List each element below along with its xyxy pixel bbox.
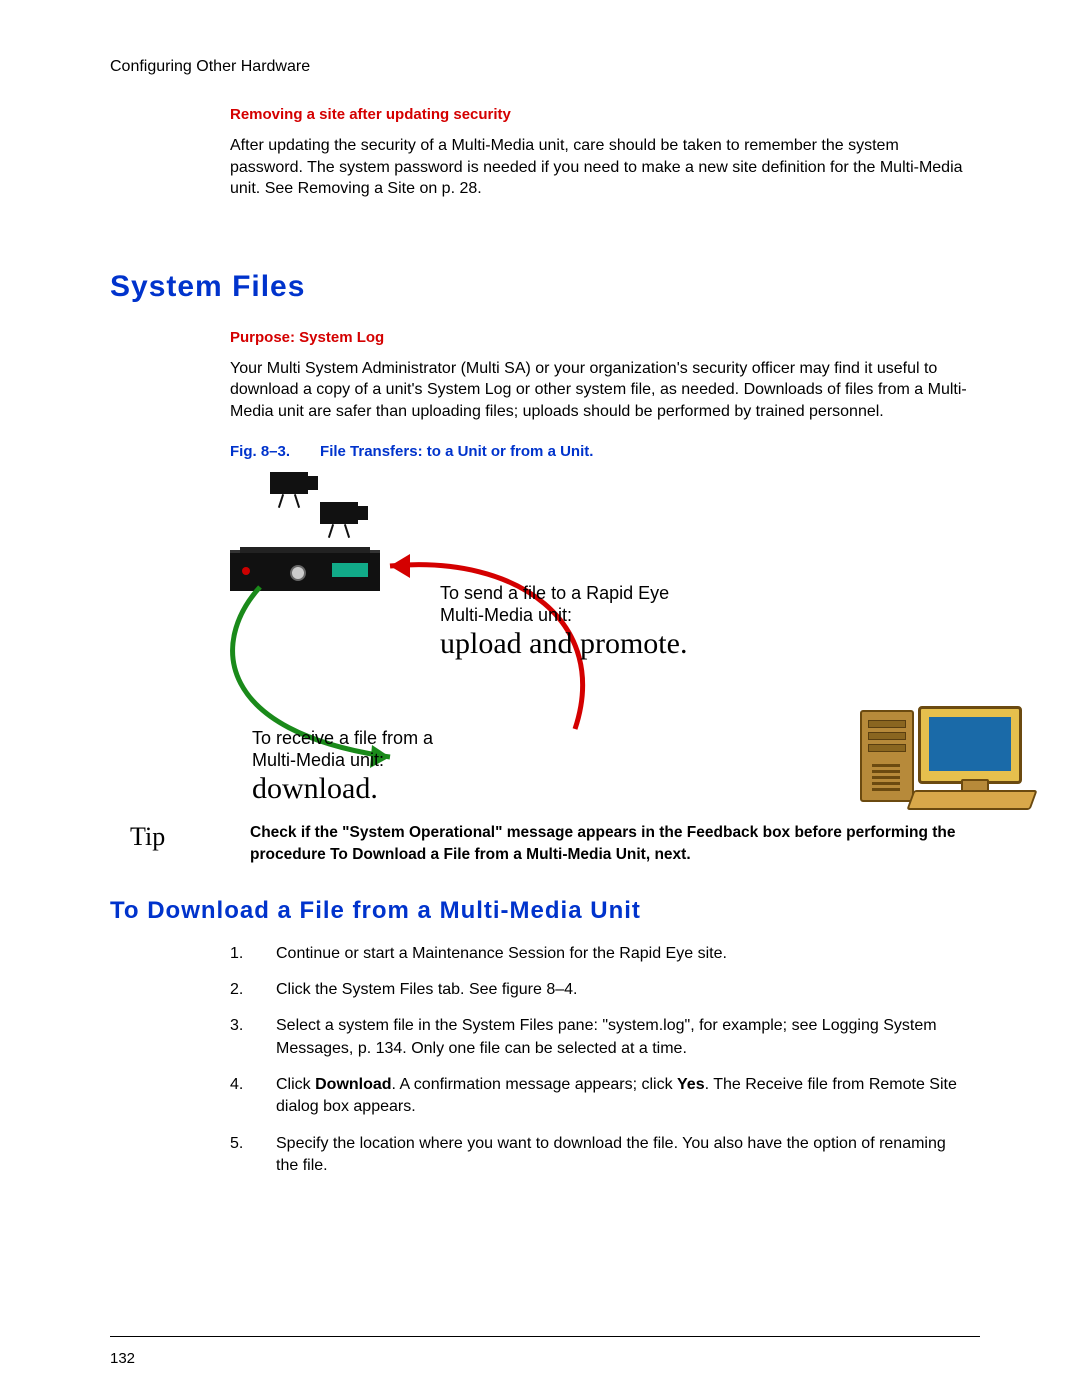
upload-label: To send a file to a Rapid Eye Multi-Medi… [440, 582, 700, 661]
download-small-text: To receive a file from a Multi-Media uni… [252, 727, 452, 772]
subhead-purpose: Purpose: System Log [230, 329, 970, 346]
step-item: 5.Specify the location where you want to… [230, 1133, 970, 1178]
step-item: 2.Click the System Files tab. See figure… [230, 979, 970, 1001]
step-text: Click Download. A confirmation message a… [276, 1074, 970, 1119]
tip-block: Tip Check if the "System Operational" me… [110, 822, 980, 867]
body-purpose: Your Multi System Administrator (Multi S… [230, 358, 970, 423]
figure-caption: Fig. 8–3. File Transfers: to a Unit or fr… [230, 443, 970, 460]
step-text: Click the System Files tab. See figure 8… [276, 979, 577, 1001]
step-item: 1.Continue or start a Maintenance Sessio… [230, 943, 970, 965]
heading-system-files: System Files [110, 270, 980, 304]
step-item: 3.Select a system file in the System Fil… [230, 1015, 970, 1060]
step-text: Specify the location where you want to d… [276, 1133, 970, 1178]
heading-download-file: To Download a File from a Multi-Media Un… [110, 897, 980, 925]
download-label: To receive a file from a Multi-Media uni… [252, 727, 452, 806]
camera-icon [270, 472, 308, 494]
subhead-removing-site: Removing a site after updating security [230, 106, 970, 123]
download-big-text: download. [252, 772, 452, 806]
step-item: 4.Click Download. A confirmation message… [230, 1074, 970, 1119]
figure-illustration: To send a file to a Rapid Eye Multi-Medi… [230, 472, 970, 812]
tip-text: Check if the "System Operational" messag… [250, 822, 980, 867]
body-removing-site: After updating the security of a Multi-M… [230, 135, 970, 200]
tip-label: Tip [110, 822, 250, 867]
steps-list: 1.Continue or start a Maintenance Sessio… [230, 943, 970, 1178]
page-number: 132 [110, 1350, 135, 1367]
figure-title: File Transfers: to a Unit or from a Unit… [320, 443, 593, 460]
camera-icon [320, 502, 358, 524]
footer-rule [110, 1336, 980, 1337]
upload-big-text: upload and promote. [440, 627, 700, 661]
step-text: Select a system file in the System Files… [276, 1015, 970, 1060]
running-header: Configuring Other Hardware [110, 58, 980, 76]
figure-number: Fig. 8–3. [230, 443, 290, 460]
upload-small-text: To send a file to a Rapid Eye Multi-Medi… [440, 582, 700, 627]
step-text: Continue or start a Maintenance Session … [276, 943, 727, 965]
